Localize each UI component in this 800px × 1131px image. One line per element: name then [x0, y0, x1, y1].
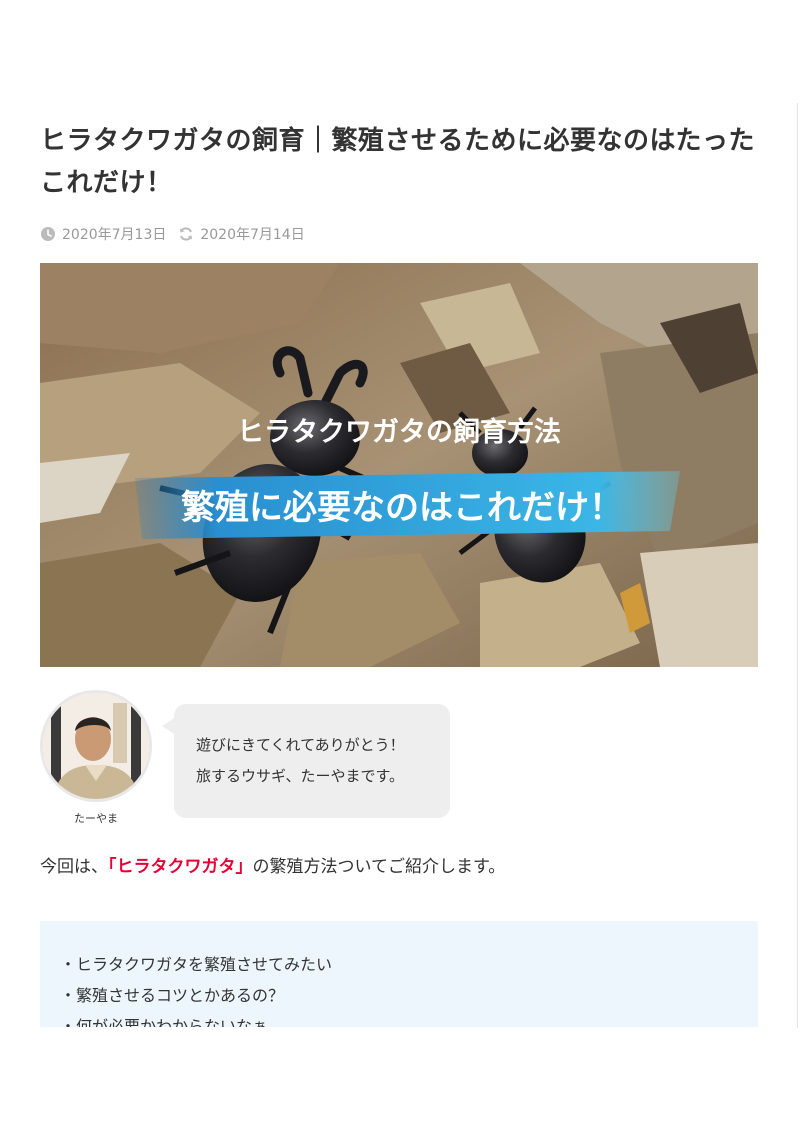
post-meta: 2020年7月13日 2020年7月14日: [40, 222, 317, 246]
speech-balloon: 遊びにきてくれてありがとう！ 旅するウサギ、たーやまです。: [162, 704, 450, 818]
refresh-icon: [178, 226, 194, 242]
eyecatch-heading: ヒラタクワガタの飼育方法: [237, 416, 561, 448]
list-item: ・ヒラタクワガタを繁殖させてみたい: [60, 955, 333, 974]
article: ヒラタクワガタの飼育｜繁殖させるために必要なのはたったこれだけ！ 2020年7月…: [40, 0, 758, 1027]
intro-paragraph: 今回は、「ヒラタクワガタ」の繁殖方法ついてご紹介します。: [40, 854, 505, 880]
avatar: [40, 690, 152, 802]
speech-balloon-block: たーやま 遊びにきてくれてありがとう！ 旅するウサギ、たーやまです。: [40, 690, 758, 830]
speech-line: 遊びにきてくれてありがとう！: [196, 736, 405, 754]
list-item: ・何が必要かわからないなぁ: [60, 1017, 269, 1027]
avatar-name: たーやま: [74, 812, 118, 825]
intro-after: の繁殖方法ついてご紹介します。: [252, 857, 506, 877]
clock-icon: [40, 226, 56, 242]
intro-before: 今回は、: [40, 857, 108, 877]
sidebar-divider: [797, 103, 798, 1028]
checklist-box: ・ヒラタクワガタを繁殖させてみたい ・繁殖させるコツとかあるの？ ・何が必要かわ…: [40, 921, 758, 1027]
page-title: ヒラタクワガタの飼育｜繁殖させるために必要なのはたったこれだけ！: [40, 126, 755, 198]
speech-line: 旅するウサギ、たーやまです。: [196, 767, 405, 785]
intro-highlight: 「ヒラタクワガタ」: [108, 857, 253, 877]
updated-date: 2020年7月14日: [200, 227, 305, 243]
eyecatch-image: ヒラタクワガタの飼育方法 繁殖に必要なのはこれだけ！: [40, 263, 758, 667]
published-date: 2020年7月13日: [62, 227, 167, 243]
list-item: ・繁殖させるコツとかあるの？: [60, 986, 285, 1005]
eyecatch-banner-text: 繁殖に必要なのはこれだけ！: [181, 488, 623, 528]
